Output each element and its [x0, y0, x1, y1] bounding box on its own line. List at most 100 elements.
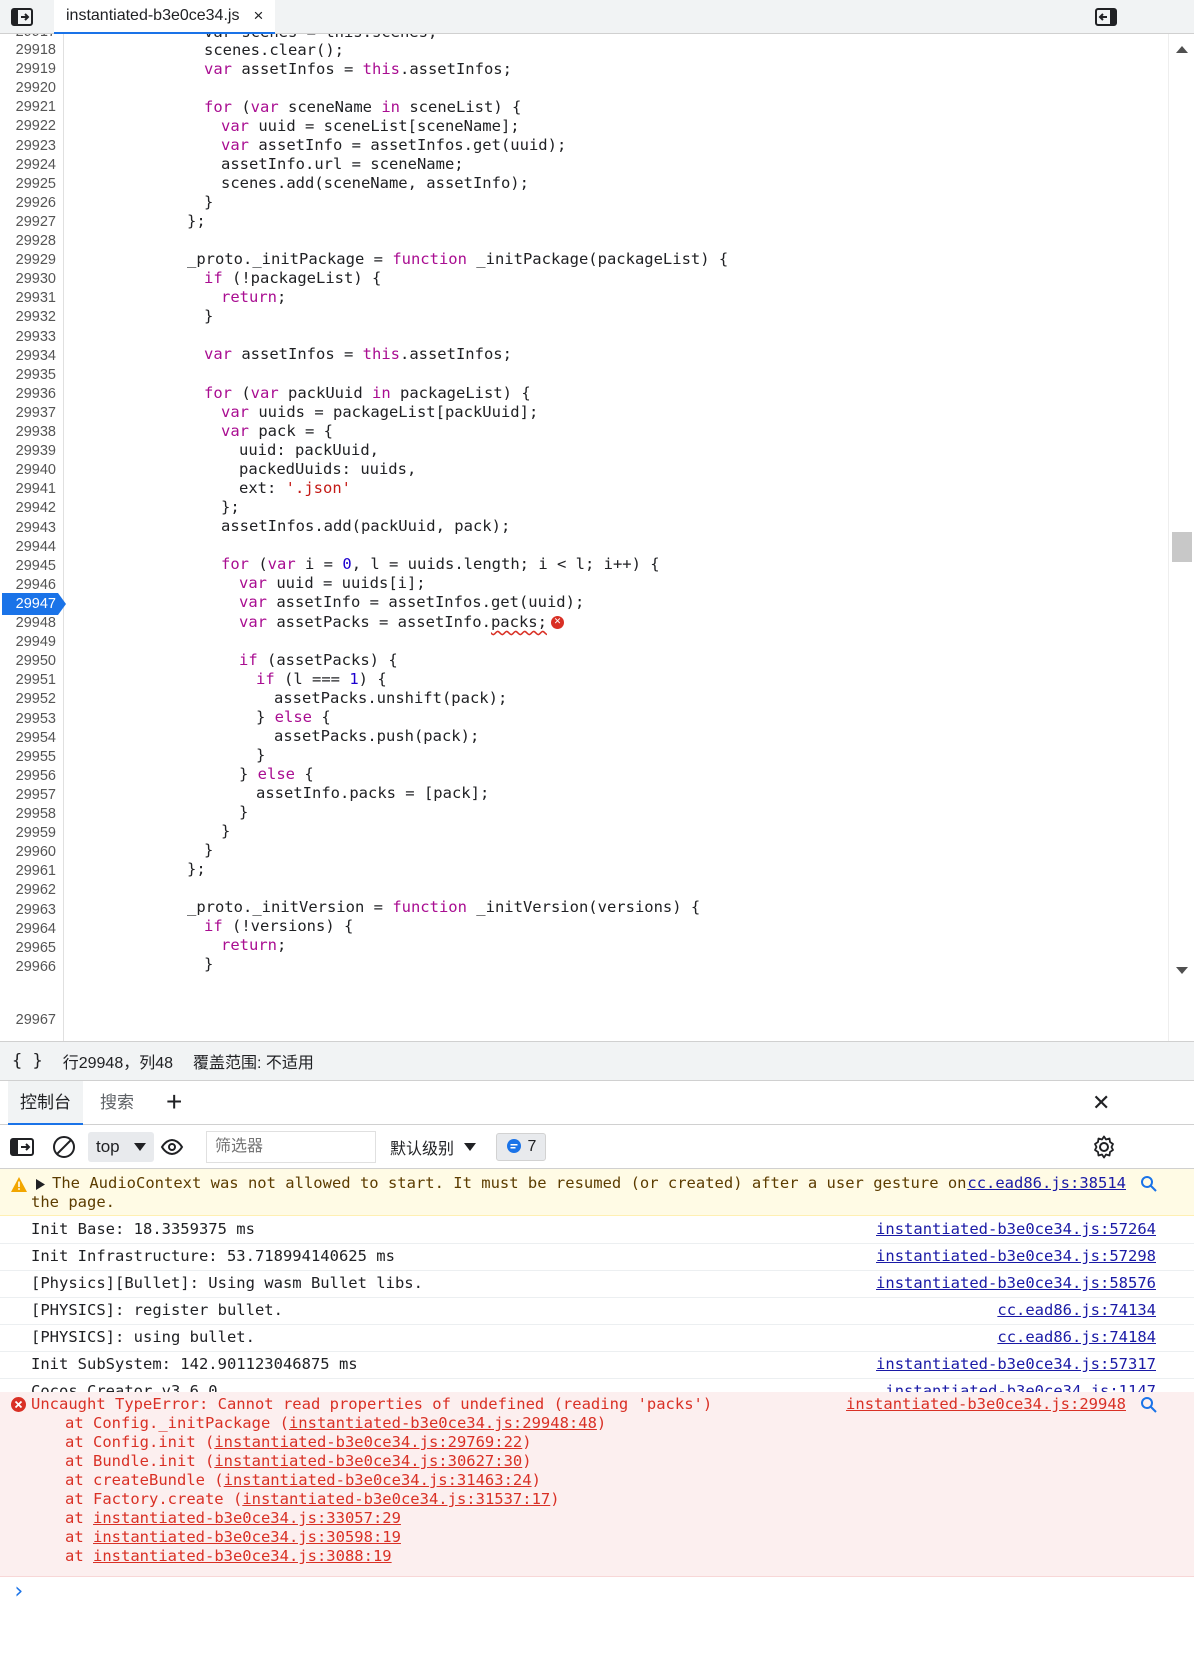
tab-console[interactable]: 控制台: [8, 1081, 83, 1125]
line-number[interactable]: 29927: [0, 212, 62, 232]
line-number[interactable]: 29945: [0, 556, 62, 576]
scroll-up-arrow-icon[interactable]: [1176, 46, 1188, 53]
close-drawer-icon[interactable]: ✕: [1092, 1089, 1110, 1117]
stack-frame-link[interactable]: instantiated-b3e0ce34.js:3088:19: [93, 1547, 392, 1565]
line-number[interactable]: 29942: [0, 498, 62, 518]
line-number[interactable]: 29940: [0, 460, 62, 480]
toggle-debugger-icon[interactable]: [1092, 4, 1120, 30]
stack-frame-link[interactable]: instantiated-b3e0ce34.js:30598:19: [93, 1528, 401, 1546]
line-number[interactable]: 29965: [0, 938, 62, 958]
line-number[interactable]: 29922: [0, 116, 62, 136]
line-number[interactable]: 29966: [0, 957, 62, 977]
add-tab-icon[interactable]: +: [166, 1087, 182, 1117]
pretty-print-button[interactable]: { }: [12, 1051, 43, 1071]
line-number[interactable]: 29938: [0, 422, 62, 442]
line-number[interactable]: 29964: [0, 919, 62, 939]
stack-frame-link[interactable]: instantiated-b3e0ce34.js:30627:30: [214, 1452, 522, 1470]
log-level-select[interactable]: 默认级别: [390, 1132, 477, 1162]
code-line: }: [204, 841, 214, 859]
log-source-link[interactable]: instantiated-b3e0ce34.js:57317: [876, 1355, 1156, 1373]
file-tab[interactable]: instantiated-b3e0ce34.js ×: [54, 0, 276, 34]
line-number[interactable]: 29920: [0, 78, 62, 98]
warning-source-link[interactable]: cc.ead86.js:38514: [967, 1174, 1126, 1192]
line-number[interactable]: 29950: [0, 651, 62, 671]
line-number[interactable]: 29948: [0, 613, 62, 633]
line-number[interactable]: 29957: [0, 785, 62, 805]
stack-frame-link[interactable]: instantiated-b3e0ce34.js:33057:29: [93, 1509, 401, 1527]
line-number[interactable]: 29918: [0, 40, 62, 60]
line-number[interactable]: 29925: [0, 174, 62, 194]
source-editor[interactable]: 29917 2991829919299202992129922299232992…: [0, 34, 1194, 1041]
line-number[interactable]: 29963: [0, 900, 62, 920]
log-source-link[interactable]: instantiated-b3e0ce34.js:57298: [876, 1247, 1156, 1265]
console-prompt-icon[interactable]: ›: [12, 1579, 25, 1604]
line-number[interactable]: 29935: [0, 365, 62, 385]
log-source-link[interactable]: cc.ead86.js:74134: [997, 1301, 1156, 1319]
line-number[interactable]: 29960: [0, 842, 62, 862]
line-number[interactable]: 29937: [0, 403, 62, 423]
stack-frame-link[interactable]: instantiated-b3e0ce34.js:31537:17: [242, 1490, 550, 1508]
line-number[interactable]: 29936: [0, 384, 62, 404]
context-select[interactable]: top: [88, 1132, 154, 1162]
line-number[interactable]: 29923: [0, 136, 62, 156]
error-source-link[interactable]: instantiated-b3e0ce34.js:29948: [846, 1395, 1126, 1413]
line-number[interactable]: 29949: [0, 632, 62, 652]
line-number[interactable]: 29962: [0, 880, 62, 900]
line-number[interactable]: 29953: [0, 709, 62, 729]
live-expression-eye-icon[interactable]: [160, 1132, 184, 1162]
stack-frame-link[interactable]: instantiated-b3e0ce34.js:29948:48: [289, 1414, 597, 1432]
breakpoint-line-number[interactable]: 29947: [0, 594, 62, 614]
line-number[interactable]: 29933: [0, 327, 62, 347]
code-line: var assetPacks = assetInfo.packs; ✕: [239, 612, 564, 632]
line-number[interactable]: 29967: [0, 1010, 62, 1030]
editor-vertical-scrollbar[interactable]: [1168, 34, 1194, 1041]
line-number[interactable]: 29955: [0, 747, 62, 767]
line-number[interactable]: 29951: [0, 670, 62, 690]
line-number[interactable]: 29926: [0, 193, 62, 213]
log-source-link[interactable]: cc.ead86.js:74184: [997, 1328, 1156, 1346]
stack-frame-link[interactable]: instantiated-b3e0ce34.js:31463:24: [224, 1471, 532, 1489]
inline-error-icon[interactable]: ✕: [550, 616, 564, 629]
console-settings-gear-icon[interactable]: [1092, 1132, 1116, 1162]
clear-console-icon[interactable]: [52, 1132, 76, 1162]
line-number[interactable]: 29944: [0, 537, 62, 557]
line-number[interactable]: 29946: [0, 575, 62, 595]
search-source-icon[interactable]: [1140, 1396, 1158, 1414]
search-source-icon[interactable]: [1140, 1175, 1158, 1193]
issues-badge[interactable]: 7: [496, 1133, 546, 1161]
line-number[interactable]: 29929: [0, 250, 62, 270]
line-number[interactable]: 29932: [0, 307, 62, 327]
scroll-down-arrow-icon[interactable]: [1176, 967, 1188, 974]
line-number[interactable]: 29954: [0, 728, 62, 748]
line-number[interactable]: 29934: [0, 346, 62, 366]
toggle-navigator-icon[interactable]: [8, 4, 36, 30]
line-number[interactable]: 29961: [0, 861, 62, 881]
close-tab-icon[interactable]: ×: [253, 6, 263, 26]
line-number[interactable]: 29958: [0, 804, 62, 824]
stack-frame-label: at Config.init (: [65, 1433, 215, 1451]
line-number-gutter[interactable]: 29917 2991829919299202992129922299232992…: [0, 34, 66, 1041]
log-source-link[interactable]: instantiated-b3e0ce34.js:58576: [876, 1274, 1156, 1292]
filter-input[interactable]: [206, 1131, 376, 1163]
line-number[interactable]: 29931: [0, 288, 62, 308]
line-number[interactable]: 29959: [0, 823, 62, 843]
console-log-row: Init Base: 18.3359375 ms instantiated-b3e…: [0, 1217, 1194, 1244]
show-sidebar-icon[interactable]: [10, 1132, 34, 1162]
console-messages: The AudioContext was not allowed to star…: [0, 1169, 1194, 1657]
stack-frame-link[interactable]: instantiated-b3e0ce34.js:29769:22: [214, 1433, 522, 1451]
expand-triangle-icon[interactable]: [36, 1179, 45, 1190]
line-number[interactable]: 29939: [0, 441, 62, 461]
scrollbar-thumb[interactable]: [1172, 532, 1192, 562]
line-number[interactable]: 29930: [0, 269, 62, 289]
log-source-link[interactable]: instantiated-b3e0ce34.js:57264: [876, 1220, 1156, 1238]
line-number[interactable]: 29952: [0, 689, 62, 709]
line-number[interactable]: 29924: [0, 155, 62, 175]
line-number[interactable]: 29941: [0, 479, 62, 499]
line-number[interactable]: 29956: [0, 766, 62, 786]
line-number[interactable]: 29921: [0, 97, 62, 117]
line-number[interactable]: 29943: [0, 518, 62, 538]
line-number[interactable]: 29928: [0, 231, 62, 251]
tab-search[interactable]: 搜索: [88, 1081, 146, 1125]
line-number[interactable]: 29919: [0, 59, 62, 79]
context-value: top: [96, 1137, 120, 1156]
